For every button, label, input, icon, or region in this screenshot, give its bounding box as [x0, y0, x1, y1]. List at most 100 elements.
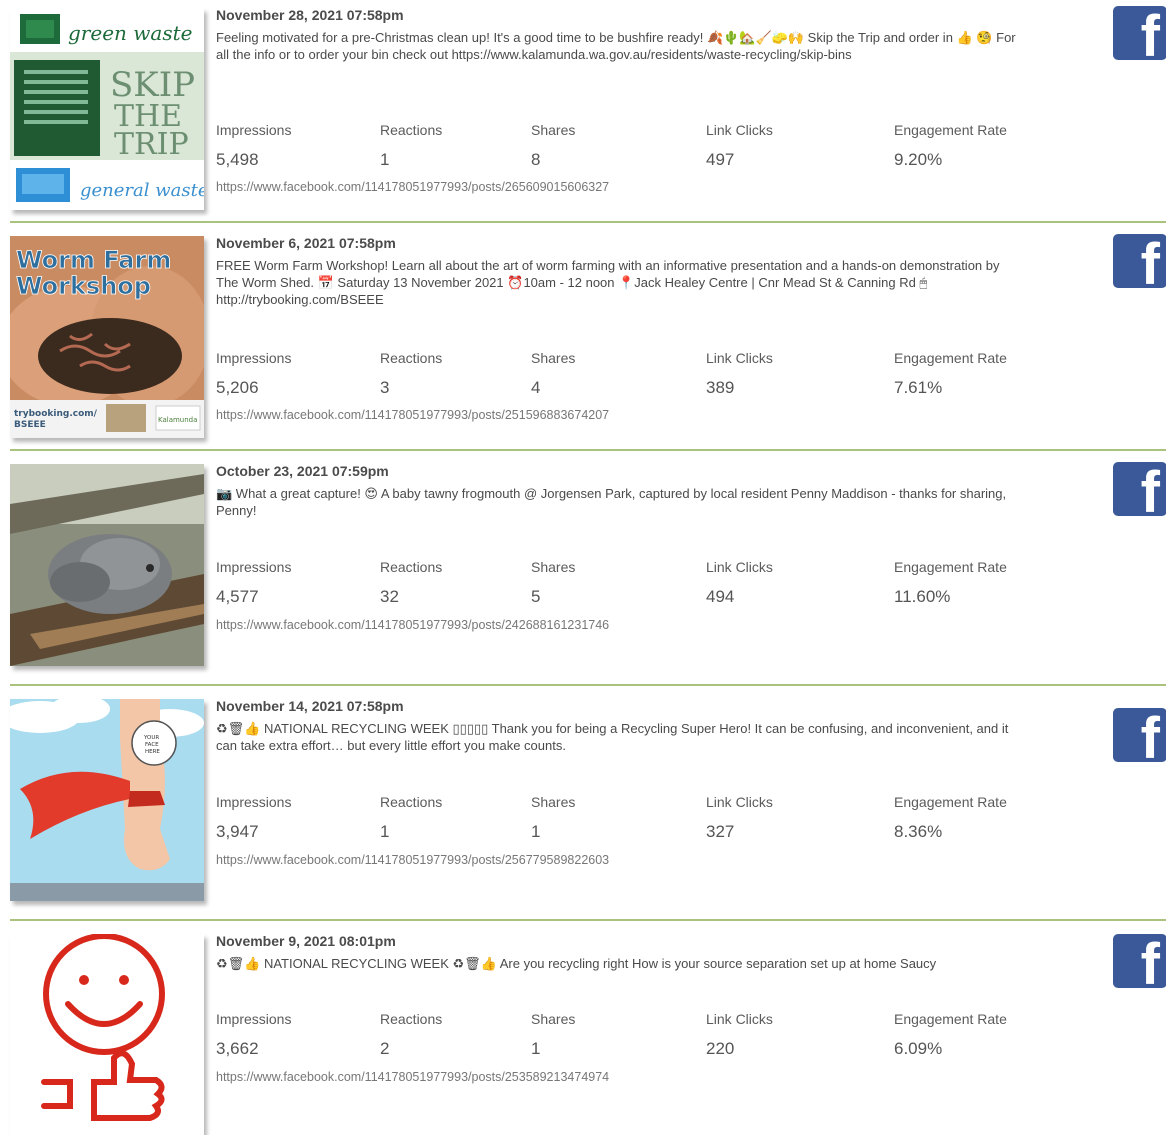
engagement-rate-metric: Engagement Rate 11.60% — [894, 557, 1007, 608]
shares-metric: Shares 1 — [531, 1009, 575, 1060]
link-clicks-label: Link Clicks — [706, 122, 773, 138]
impressions-value: 5,498 — [216, 150, 259, 169]
engagement-rate-label: Engagement Rate — [894, 1011, 1007, 1027]
shares-label: Shares — [531, 1011, 576, 1027]
post-link[interactable]: https://www.facebook.com/114178051977993… — [216, 853, 609, 867]
impressions-label: Impressions — [216, 350, 292, 366]
reactions-metric: Reactions 2 — [380, 1009, 442, 1060]
facebook-glyph: f — [1140, 462, 1160, 517]
reactions-label: Reactions — [380, 559, 443, 575]
your-label: YOUR — [143, 735, 159, 741]
shares-metric: Shares 4 — [531, 348, 575, 399]
face-label: FACE — [145, 742, 159, 748]
shares-value: 5 — [531, 587, 541, 606]
here-label: HERE — [145, 749, 160, 755]
link-clicks-metric: Link Clicks 220 — [706, 1009, 773, 1060]
link-clicks-label: Link Clicks — [706, 794, 773, 810]
super-hero-illustration: YOUR FACE HERE — [10, 699, 204, 901]
post-date: November 6, 2021 07:58pm — [216, 235, 396, 251]
engagement-rate-metric: Engagement Rate 7.61% — [894, 348, 1007, 399]
engagement-rate-label: Engagement Rate — [894, 794, 1007, 810]
post-date: October 23, 2021 07:59pm — [216, 463, 389, 479]
post-divider — [10, 221, 1166, 223]
post-link[interactable]: https://www.facebook.com/114178051977993… — [216, 408, 609, 422]
link-clicks-metric: Link Clicks 497 — [706, 120, 773, 171]
reactions-value: 1 — [380, 150, 390, 169]
link-clicks-metric: Link Clicks 494 — [706, 557, 773, 608]
reactions-label: Reactions — [380, 350, 443, 366]
engagement-rate-metric: Engagement Rate 8.36% — [894, 792, 1007, 843]
reactions-metric: Reactions 1 — [380, 120, 442, 171]
facebook-icon[interactable]: f — [1113, 708, 1166, 762]
engagement-rate-label: Engagement Rate — [894, 559, 1007, 575]
post-body: October 23, 2021 07:59pm 📷 What a great … — [216, 463, 1016, 519]
skip-bins-illustration: green waste SKIP THE TRIP general waste — [10, 8, 204, 210]
post-metrics: Impressions 5,498 Reactions 1 Shares 8 Link… — [216, 120, 1076, 180]
engagement-rate-metric: Engagement Rate 9.20% — [894, 120, 1007, 171]
post-body: November 14, 2021 07:58pm ♻🗑👍 NATIONAL R… — [216, 698, 1016, 754]
facebook-icon[interactable]: f — [1113, 234, 1166, 288]
post-image-skip-the-trip[interactable]: green waste SKIP THE TRIP general waste — [10, 8, 204, 210]
post-link[interactable]: https://www.facebook.com/114178051977993… — [216, 1070, 609, 1084]
engagement-rate-value: 6.09% — [894, 1039, 943, 1058]
post-metrics: Impressions 3,662 Reactions 2 Shares 1 Link… — [216, 1009, 1076, 1069]
reactions-label: Reactions — [380, 794, 443, 810]
impressions-value: 4,577 — [216, 587, 259, 606]
reactions-label: Reactions — [380, 122, 443, 138]
sauce-smiley-illustration — [10, 934, 204, 1135]
frogmouth-photo — [10, 464, 204, 666]
facebook-icon[interactable]: f — [1113, 934, 1166, 988]
trybooking-label: trybooking.com/ — [14, 409, 98, 419]
post-body: November 9, 2021 08:01pm ♻🗑👍 NATIONAL RE… — [216, 933, 1016, 972]
green-waste-label: green waste — [68, 21, 192, 45]
facebook-icon[interactable]: f — [1113, 6, 1166, 60]
post-link[interactable]: https://www.facebook.com/114178051977993… — [216, 618, 609, 632]
post-image-recycling-hero[interactable]: YOUR FACE HERE — [10, 699, 204, 901]
reactions-value: 1 — [380, 822, 390, 841]
facebook-glyph: f — [1140, 234, 1160, 289]
facebook-glyph: f — [1140, 708, 1160, 763]
link-clicks-value: 327 — [706, 822, 735, 841]
shares-label: Shares — [531, 350, 576, 366]
reactions-value: 3 — [380, 378, 390, 397]
reactions-metric: Reactions 32 — [380, 557, 442, 608]
facebook-glyph: f — [1140, 934, 1160, 989]
shares-label: Shares — [531, 794, 576, 810]
link-clicks-value: 497 — [706, 150, 735, 169]
impressions-metric: Impressions 5,498 — [216, 120, 291, 171]
shares-value: 4 — [531, 378, 541, 397]
shares-metric: Shares 8 — [531, 120, 575, 171]
post-message: Feeling motivated for a pre-Christmas cl… — [216, 30, 1016, 62]
impressions-value: 5,206 — [216, 378, 259, 397]
impressions-value: 3,662 — [216, 1039, 259, 1058]
post-link[interactable]: https://www.facebook.com/114178051977993… — [216, 180, 609, 194]
link-clicks-label: Link Clicks — [706, 1011, 773, 1027]
post-message: 📷 What a great capture! 😍 A baby tawny f… — [216, 486, 1007, 518]
general-waste-label: general waste — [80, 180, 204, 201]
post-metrics: Impressions 5,206 Reactions 3 Shares 4 Link… — [216, 348, 1076, 408]
facebook-icon[interactable]: f — [1113, 462, 1166, 516]
impressions-metric: Impressions 3,662 — [216, 1009, 291, 1060]
worm-title-line2: Workshop — [16, 272, 151, 300]
reactions-metric: Reactions 1 — [380, 792, 442, 843]
impressions-label: Impressions — [216, 794, 292, 810]
post-divider — [10, 919, 1166, 921]
post-image-sauce-smiley[interactable] — [10, 934, 204, 1135]
kalamunda-logo-text: Kalamunda — [158, 416, 197, 424]
post-image-worm-farm[interactable]: Worm Farm Workshop trybooking.com/ BSEEE… — [10, 236, 204, 438]
reactions-value: 2 — [380, 1039, 390, 1058]
post-date: November 9, 2021 08:01pm — [216, 933, 396, 949]
impressions-label: Impressions — [216, 1011, 292, 1027]
impressions-value: 3,947 — [216, 822, 259, 841]
worm-farm-illustration: Worm Farm Workshop trybooking.com/ BSEEE… — [10, 236, 204, 438]
link-clicks-metric: Link Clicks 389 — [706, 348, 773, 399]
shares-metric: Shares 5 — [531, 557, 575, 608]
engagement-rate-value: 7.61% — [894, 378, 943, 397]
post-image-frogmouth[interactable] — [10, 464, 204, 666]
reactions-metric: Reactions 3 — [380, 348, 442, 399]
engagement-rate-metric: Engagement Rate 6.09% — [894, 1009, 1007, 1060]
impressions-metric: Impressions 5,206 — [216, 348, 291, 399]
post-metrics: Impressions 4,577 Reactions 32 Shares 5 Lin… — [216, 557, 1076, 617]
post-message: ♻🗑👍 NATIONAL RECYCLING WEEK ▯▯▯▯▯ Thank … — [216, 721, 1009, 753]
engagement-rate-label: Engagement Rate — [894, 350, 1007, 366]
